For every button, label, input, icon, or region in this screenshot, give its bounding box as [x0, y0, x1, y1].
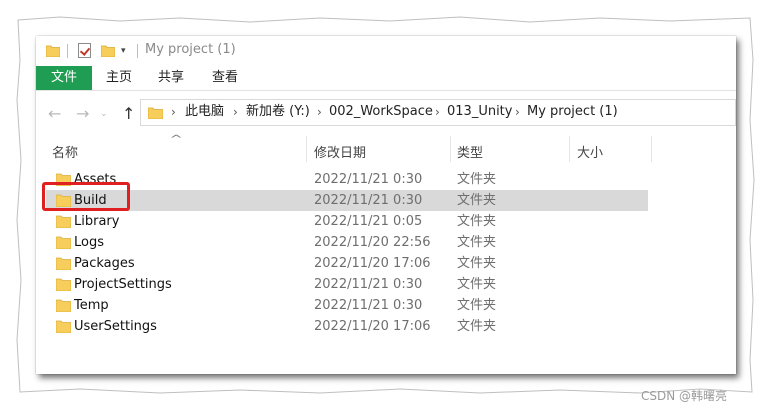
window-title: My project (1)	[145, 42, 236, 57]
folder-icon	[148, 107, 163, 119]
list-item[interactable]: UserSettings 2022/11/20 17:06 文件夹	[46, 316, 648, 337]
title-bar: ▾ My project (1)	[36, 36, 736, 66]
file-name: UserSettings	[74, 319, 157, 334]
breadcrumb-this-pc[interactable]: 此电脑	[185, 104, 224, 120]
column-header-type[interactable]: 类型	[457, 142, 483, 161]
tab-view[interactable]: 查看	[212, 66, 238, 90]
back-arrow-icon[interactable]: ←	[48, 106, 61, 122]
list-item[interactable]: Packages 2022/11/20 17:06 文件夹	[46, 253, 648, 274]
list-item[interactable]: Library 2022/11/21 0:05 文件夹	[46, 211, 648, 232]
file-type: 文件夹	[457, 193, 497, 208]
file-date: 2022/11/21 0:30	[314, 172, 423, 187]
file-date: 2022/11/21 0:30	[314, 298, 423, 313]
file-type: 文件夹	[457, 214, 497, 229]
customize-toolbar-dropdown-icon[interactable]: ▾	[121, 46, 126, 56]
breadcrumb-chevron-icon[interactable]: ›	[317, 104, 322, 120]
file-date: 2022/11/21 0:30	[314, 277, 423, 292]
breadcrumb-chevron-icon[interactable]: ›	[171, 104, 176, 120]
folder-icon	[56, 278, 71, 291]
annotation-highlight-box	[42, 182, 130, 211]
column-divider[interactable]	[651, 136, 652, 162]
forward-arrow-icon[interactable]: →	[76, 106, 89, 122]
file-name: Temp	[74, 298, 109, 313]
ribbon-divider	[36, 90, 736, 91]
column-divider[interactable]	[450, 136, 451, 162]
properties-icon[interactable]	[78, 43, 91, 58]
folder-icon[interactable]	[46, 44, 60, 57]
file-type: 文件夹	[457, 319, 497, 334]
folder-icon	[56, 320, 71, 333]
file-type: 文件夹	[457, 298, 497, 313]
list-item[interactable]: ProjectSettings 2022/11/21 0:30 文件夹	[46, 274, 648, 295]
toolbar-separator	[67, 44, 68, 58]
watermark: CSDN @韩曙亮	[641, 389, 728, 403]
file-type: 文件夹	[457, 256, 497, 271]
column-divider[interactable]	[306, 136, 307, 162]
folder-icon	[56, 299, 71, 312]
new-folder-icon[interactable]	[101, 44, 115, 57]
breadcrumb-chevron-icon[interactable]: ›	[435, 104, 440, 120]
breadcrumb-workspace[interactable]: 002_WorkSpace	[329, 104, 433, 120]
sort-ascending-icon: ^	[169, 134, 183, 145]
breadcrumb-my-project[interactable]: My project (1)	[527, 104, 618, 120]
file-type: 文件夹	[457, 277, 497, 292]
file-name: Logs	[74, 235, 104, 250]
column-header-date[interactable]: 修改日期	[314, 142, 366, 161]
file-date: 2022/11/20 22:56	[314, 235, 431, 250]
breadcrumb-unity[interactable]: 013_Unity	[447, 104, 512, 120]
ribbon-tabs: 文件 主页 共享 查看	[36, 66, 736, 90]
column-header-size[interactable]: 大小	[577, 142, 603, 161]
list-item-selected[interactable]: Build 2022/11/21 0:30 文件夹	[46, 190, 648, 211]
file-type: 文件夹	[457, 235, 497, 250]
file-name: Library	[74, 214, 120, 229]
folder-icon	[56, 257, 71, 270]
tab-file[interactable]: 文件	[36, 66, 92, 90]
column-divider[interactable]	[569, 136, 570, 162]
file-explorer-window: ▾ My project (1) 文件 主页 共享 查看 ← → ⌄ ↑ › 此…	[36, 36, 736, 374]
folder-icon	[56, 236, 71, 249]
tab-share[interactable]: 共享	[158, 66, 184, 90]
list-item[interactable]: Logs 2022/11/20 22:56 文件夹	[46, 232, 648, 253]
file-name: Packages	[74, 256, 135, 271]
breadcrumb-chevron-icon[interactable]: ›	[233, 104, 238, 120]
file-date: 2022/11/21 0:30	[314, 193, 423, 208]
list-item[interactable]: Assets 2022/11/21 0:30 文件夹	[46, 169, 648, 190]
file-type: 文件夹	[457, 172, 497, 187]
column-header-name[interactable]: 名称	[52, 142, 78, 161]
breadcrumb-chevron-icon[interactable]: ›	[515, 104, 520, 120]
recent-locations-chevron-icon[interactable]: ⌄	[100, 109, 108, 119]
file-date: 2022/11/20 17:06	[314, 319, 431, 334]
tab-home[interactable]: 主页	[106, 66, 132, 90]
list-item[interactable]: Temp 2022/11/21 0:30 文件夹	[46, 295, 648, 316]
file-name: ProjectSettings	[74, 277, 172, 292]
address-bar[interactable]: › 此电脑 › 新加卷 (Y:) › 002_WorkSpace › 013_U…	[140, 99, 736, 126]
up-arrow-icon[interactable]: ↑	[122, 106, 135, 122]
file-date: 2022/11/20 17:06	[314, 256, 431, 271]
breadcrumb-volume-y[interactable]: 新加卷 (Y:)	[246, 104, 310, 120]
folder-icon	[56, 215, 71, 228]
file-date: 2022/11/21 0:05	[314, 214, 423, 229]
toolbar-separator	[137, 44, 138, 58]
